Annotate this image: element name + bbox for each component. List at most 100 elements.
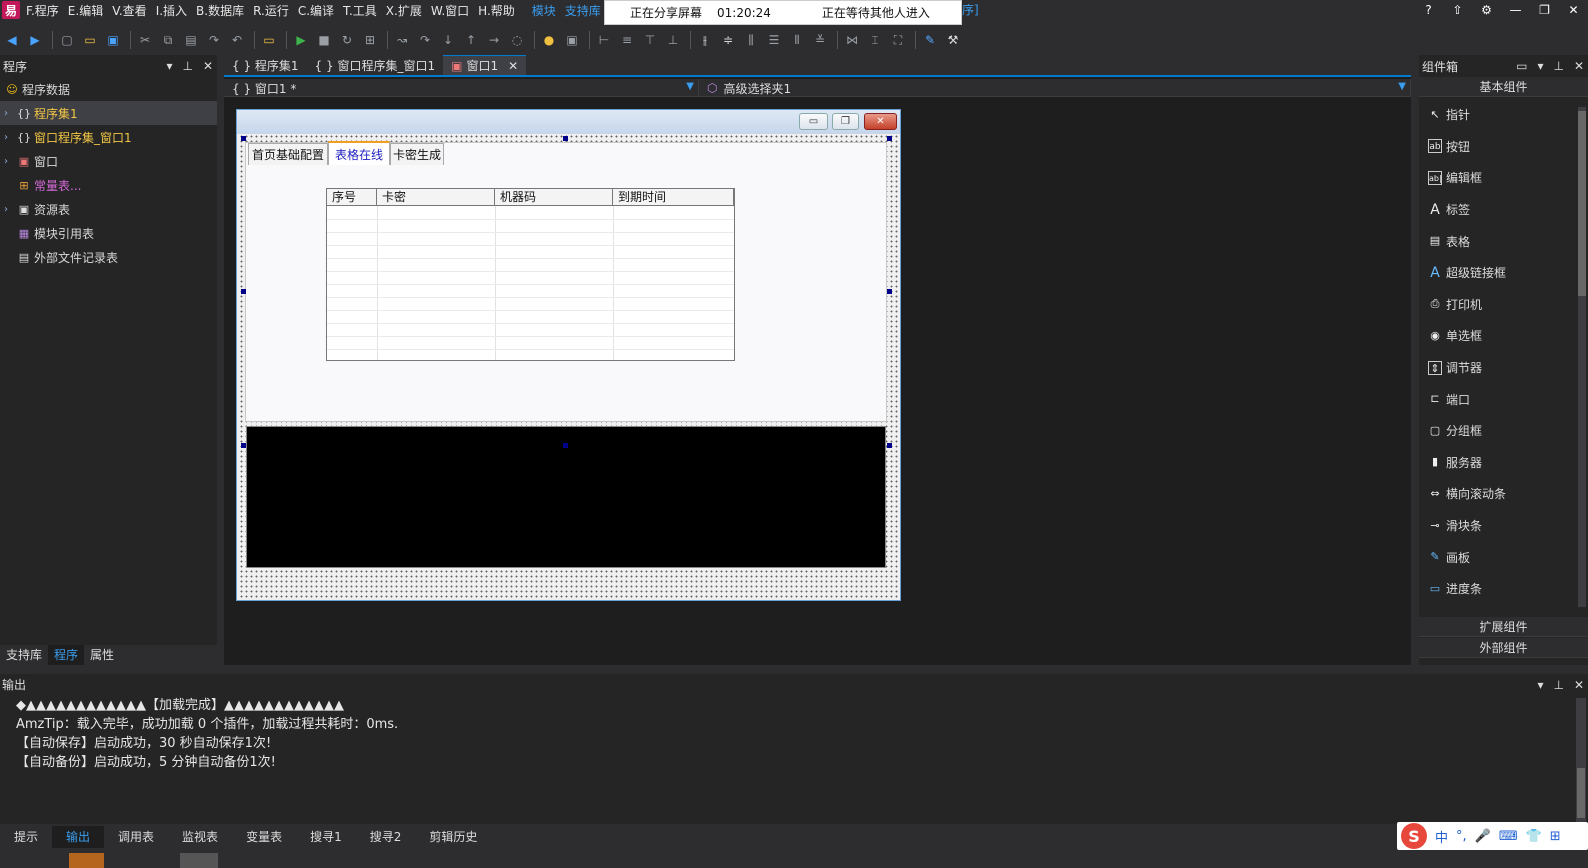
resize-handle[interactable] bbox=[241, 443, 246, 448]
help-icon[interactable]: ? bbox=[1414, 0, 1443, 20]
redo-icon[interactable]: ↷ bbox=[204, 30, 224, 50]
settings-icon[interactable]: ⚙ bbox=[1472, 0, 1501, 20]
form-designer-window[interactable]: ▭ ❐ ✕ 首页基础配置 表格在线 卡密生成 序号 卡密 机器码 到期时间 bbox=[236, 109, 901, 601]
new-file-icon[interactable]: ▢ bbox=[57, 30, 77, 50]
component-button[interactable]: ab 按钮 bbox=[1419, 131, 1588, 163]
chevron-right-icon[interactable]: › bbox=[4, 132, 16, 143]
tree-item-resources[interactable]: › ▣ 资源表 bbox=[0, 197, 217, 221]
menu-run[interactable]: R.运行 bbox=[253, 2, 289, 19]
component-hyperlink[interactable]: A 超级链接框 bbox=[1419, 257, 1588, 289]
form-titlebar[interactable]: ▭ ❐ ✕ bbox=[237, 110, 900, 134]
resize-handle[interactable] bbox=[887, 136, 892, 141]
component-table[interactable]: ▤ 表格 bbox=[1419, 225, 1588, 257]
resize-handle[interactable] bbox=[563, 136, 568, 141]
component-pointer[interactable]: ↖ 指针 bbox=[1419, 99, 1588, 131]
scrollbar-thumb[interactable] bbox=[1577, 768, 1585, 818]
resize-handle[interactable] bbox=[887, 289, 892, 294]
tab-properties[interactable]: 属性 bbox=[84, 645, 120, 665]
stop-icon[interactable]: ■ bbox=[314, 30, 334, 50]
menu-link-support[interactable]: 支持库 bbox=[565, 2, 601, 19]
chevron-right-icon[interactable]: › bbox=[4, 204, 16, 215]
pin-icon[interactable]: ⊥ bbox=[182, 59, 192, 73]
tab-search2[interactable]: 搜寻2 bbox=[356, 826, 416, 848]
back-icon[interactable]: ◀ bbox=[2, 30, 22, 50]
component-port[interactable]: ⊏ 端口 bbox=[1419, 383, 1588, 415]
run-to-icon[interactable]: → bbox=[484, 30, 504, 50]
component-groupbox[interactable]: ▢ 分组框 bbox=[1419, 415, 1588, 447]
component-label[interactable]: A 标签 bbox=[1419, 194, 1588, 226]
close-icon[interactable]: ✕ bbox=[203, 59, 213, 73]
component-slider[interactable]: ⊸ 滑块条 bbox=[1419, 510, 1588, 542]
panel-menu-icon[interactable]: ▾ bbox=[1537, 59, 1543, 73]
run-icon[interactable]: ▶ bbox=[291, 30, 311, 50]
keyboard-icon[interactable]: ⌨ bbox=[1499, 829, 1518, 844]
tab-variables[interactable]: 变量表 bbox=[232, 826, 296, 848]
ime-chinese-mode[interactable]: 中 bbox=[1435, 827, 1448, 846]
step-down-icon[interactable]: ↓ bbox=[438, 30, 458, 50]
skin-icon[interactable]: ⇧ bbox=[1443, 0, 1472, 20]
resize-handle[interactable] bbox=[241, 136, 246, 141]
tab-support-lib[interactable]: 支持库 bbox=[0, 645, 48, 665]
tree-item-external-files[interactable]: ▤ 外部文件记录表 bbox=[0, 245, 217, 269]
doc-tab-window1[interactable]: ▣ 窗口1 ✕ bbox=[443, 55, 527, 75]
step-out-icon[interactable]: ↑ bbox=[461, 30, 481, 50]
tools-icon[interactable]: ⚒ bbox=[943, 30, 963, 50]
minimize-icon[interactable]: — bbox=[1501, 0, 1530, 20]
column-header-machine-code[interactable]: 机器码 bbox=[495, 189, 613, 206]
pen-icon[interactable]: ✎ bbox=[920, 30, 940, 50]
form-close-button[interactable]: ✕ bbox=[864, 113, 897, 130]
menu-link-module[interactable]: 模块 bbox=[532, 2, 556, 19]
grid-menu-icon[interactable]: ⊞ bbox=[1550, 829, 1561, 844]
sogou-logo-icon[interactable]: S bbox=[1401, 823, 1427, 849]
component-progressbar[interactable]: ▭ 进度条 bbox=[1419, 573, 1588, 605]
save-icon[interactable]: ▣ bbox=[103, 30, 123, 50]
component-hscrollbar[interactable]: ⇔ 横向滚动条 bbox=[1419, 478, 1588, 510]
compile-icon[interactable]: ⊞ bbox=[360, 30, 380, 50]
pin-icon[interactable]: ⊥ bbox=[1553, 674, 1563, 696]
table-grid[interactable]: 序号 卡密 机器码 到期时间 bbox=[326, 188, 735, 361]
tab-clip-history[interactable]: 剪辑历史 bbox=[415, 826, 491, 848]
tab-search1[interactable]: 搜寻1 bbox=[296, 826, 356, 848]
restart-icon[interactable]: ↻ bbox=[337, 30, 357, 50]
section-extended-components[interactable]: 扩展组件 bbox=[1419, 617, 1588, 637]
space-v-icon[interactable]: ≚ bbox=[810, 30, 830, 50]
restore-icon[interactable]: ❐ bbox=[1530, 0, 1559, 20]
tab-call-stack[interactable]: 调用表 bbox=[104, 826, 168, 848]
close-icon[interactable]: ✕ bbox=[1559, 0, 1588, 20]
tree-item-module-refs[interactable]: ▦ 模块引用表 bbox=[0, 221, 217, 245]
resize-handle[interactable] bbox=[563, 443, 568, 448]
distribute-v-icon[interactable]: ≑ bbox=[718, 30, 738, 50]
step-over-icon[interactable]: ↝ bbox=[392, 30, 412, 50]
screenshot-icon[interactable]: ▣ bbox=[562, 30, 582, 50]
space-h-icon[interactable]: ⫴ bbox=[787, 30, 807, 50]
form-maximize-button[interactable]: ❐ bbox=[832, 113, 859, 130]
distribute-h-icon[interactable]: ⫲ bbox=[695, 30, 715, 50]
cut-icon[interactable]: ✂ bbox=[135, 30, 155, 50]
form-tab-table-online[interactable]: 表格在线 bbox=[328, 141, 390, 165]
open-folder-icon[interactable]: ▭ bbox=[80, 30, 100, 50]
align-left-icon[interactable]: ⊢ bbox=[594, 30, 614, 50]
same-width-icon[interactable]: ⫼ bbox=[741, 30, 761, 50]
tab-watch[interactable]: 监视表 bbox=[168, 826, 232, 848]
component-server[interactable]: ▮ 服务器 bbox=[1419, 447, 1588, 479]
section-basic-components[interactable]: 基本组件 bbox=[1419, 77, 1588, 97]
folder-icon[interactable]: ▭ bbox=[259, 30, 279, 50]
component-printer[interactable]: ⎙ 打印机 bbox=[1419, 289, 1588, 321]
form-tab-key-generate[interactable]: 卡密生成 bbox=[390, 143, 444, 165]
microphone-icon[interactable]: 🎤 bbox=[1475, 829, 1491, 844]
collapse-icon[interactable]: ▭ bbox=[1516, 59, 1527, 73]
center-v-icon[interactable]: ⌶ bbox=[865, 30, 885, 50]
dropdown-arrow-icon[interactable]: ▼ bbox=[1398, 81, 1406, 92]
tab-output[interactable]: 输出 bbox=[52, 826, 105, 848]
tree-item-constants[interactable]: ⊞ 常量表... bbox=[0, 173, 217, 197]
scrollbar-thumb[interactable] bbox=[1578, 111, 1586, 296]
object-selector[interactable]: { } 窗口1 * ▼ bbox=[224, 79, 699, 97]
close-tab-icon[interactable]: ✕ bbox=[508, 59, 518, 73]
tree-root[interactable]: ☺ 程序数据 bbox=[0, 77, 217, 101]
component-canvas[interactable]: ✎ 画板 bbox=[1419, 541, 1588, 573]
tree-item-program-set1[interactable]: › {} 程序集1 bbox=[0, 101, 217, 125]
step-into-icon[interactable]: ↷ bbox=[415, 30, 435, 50]
menu-tools[interactable]: T.工具 bbox=[343, 2, 377, 19]
output-scrollbar[interactable] bbox=[1576, 698, 1586, 822]
menu-database[interactable]: B.数据库 bbox=[196, 2, 244, 19]
